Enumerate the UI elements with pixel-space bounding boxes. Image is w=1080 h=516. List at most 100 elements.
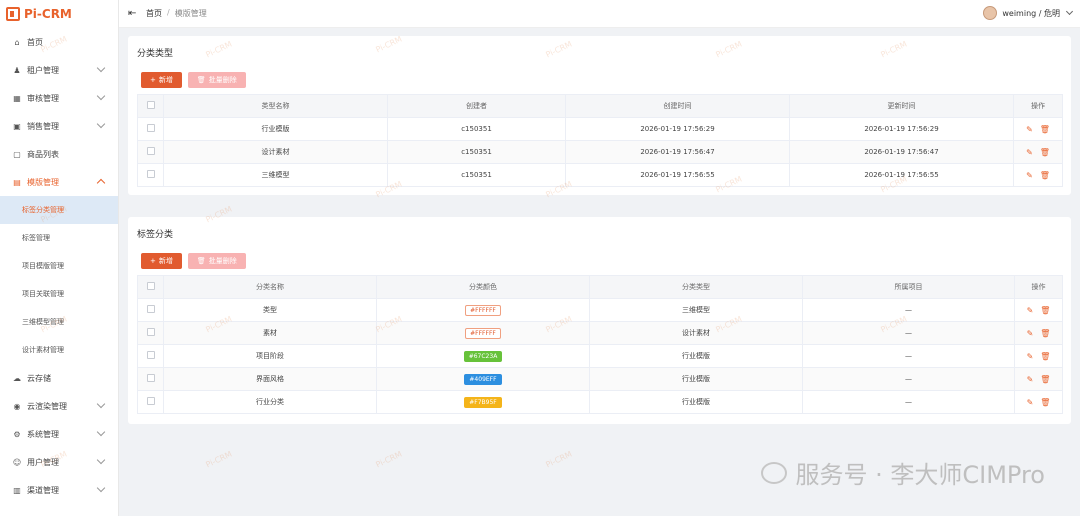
row-checkbox[interactable] (146, 147, 155, 155)
column-header: 操作 (1013, 94, 1063, 118)
row-checkbox[interactable] (146, 374, 155, 382)
sidebar-item[interactable]: ▥ 渠道管理 (0, 476, 118, 504)
add-button[interactable]: + 新增 (141, 253, 182, 269)
row-actions: ✎ 🗑 (1015, 375, 1062, 384)
delete-icon[interactable]: 🗑 (1040, 306, 1050, 315)
column-header: 创建时间 (565, 94, 790, 118)
wechat-watermark: 服务号 · 李大师CIMPro (761, 455, 1045, 490)
sidebar-item-label: 云存储 (27, 373, 51, 383)
column-header: 分类类型 (589, 275, 803, 299)
column-header: 分类颜色 (376, 275, 590, 299)
tag-category-table: 分类名称 分类颜色 分类类型 所属项目 操作 类型 #FFFFFF 三维模型 — ✎ 🗑 素材 #FFF… (137, 275, 1063, 414)
chevron-down-icon (96, 63, 106, 73)
sidebar-subitem[interactable]: 设计素材管理 (0, 336, 118, 364)
edit-icon[interactable]: ✎ (1026, 125, 1033, 134)
table-row: 项目阶段 #67C23A 行业模版 — ✎ 🗑 (137, 344, 1063, 368)
delete-icon[interactable]: 🗑 (1040, 125, 1050, 134)
sidebar-item[interactable]: ◉ 云渲染管理 (0, 392, 118, 420)
breadcrumb-home[interactable]: 首页 (146, 8, 162, 19)
delete-icon[interactable]: 🗑 (1040, 398, 1050, 407)
sidebar-item[interactable]: ⚙ 系统管理 (0, 420, 118, 448)
batch-delete-button[interactable]: 🗑 批量删除 (187, 72, 246, 88)
table-cell: 2026-01-19 17:56:29 (789, 117, 1014, 141)
edit-icon[interactable]: ✎ (1026, 148, 1033, 157)
category-name-cell: 项目阶段 (163, 344, 377, 368)
sidebar-item[interactable]: ▤ 模版管理 (0, 168, 118, 196)
category-type-cell: 行业模版 (589, 344, 803, 368)
table-cell: 2026-01-19 17:56:47 (789, 140, 1014, 164)
sidebar-item[interactable]: ☺ 用户管理 (0, 448, 118, 476)
delete-icon[interactable]: 🗑 (1040, 171, 1050, 180)
channel-icon: ▥ (13, 485, 21, 495)
table-cell: 设计素材 (163, 140, 388, 164)
sidebar-item[interactable]: ♟ 租户管理 (0, 56, 118, 84)
batch-delete-button[interactable]: 🗑 批量删除 (187, 253, 246, 269)
sidebar-item[interactable]: ▦ 审核管理 (0, 84, 118, 112)
row-actions: ✎ 🗑 (1015, 329, 1062, 338)
edit-icon[interactable]: ✎ (1026, 171, 1033, 180)
sidebar-subitem[interactable]: 项目模版管理 (0, 252, 118, 280)
column-header: 分类名称 (163, 275, 377, 299)
category-color-cell: #F7B95F (376, 390, 590, 414)
sidebar-item[interactable]: ▢ 商品列表 (0, 140, 118, 168)
table-row: 素材 #FFFFFF 设计素材 — ✎ 🗑 (137, 321, 1063, 345)
edit-icon[interactable]: ✎ (1027, 398, 1034, 407)
tag-category-panel: 标签分类 + 新增 🗑 批量删除 分类名称 分类颜色 分类类型 所属项目 操作 类型 #FFFF… (128, 217, 1071, 424)
user-icon: ☺ (12, 457, 22, 467)
category-name-cell: 素材 (163, 321, 377, 345)
home-icon: ⌂ (14, 37, 20, 47)
row-checkbox[interactable] (146, 397, 155, 405)
column-header: 更新时间 (789, 94, 1014, 118)
category-type-cell: 行业模版 (589, 390, 803, 414)
row-checkbox[interactable] (146, 328, 155, 336)
select-cell (137, 140, 164, 164)
table-row: 三维模型 c150351 2026-01-19 17:56:55 2026-01-19… (137, 163, 1063, 187)
select-cell (137, 344, 164, 368)
table-cell: 2026-01-19 17:56:47 (565, 140, 790, 164)
sidebar-item[interactable]: ▣ 销售管理 (0, 112, 118, 140)
sidebar-item-label: 用户管理 (27, 457, 59, 467)
row-checkbox[interactable] (146, 170, 155, 178)
project-cell: — (802, 321, 1015, 345)
edit-icon[interactable]: ✎ (1027, 352, 1034, 361)
app-logo[interactable]: Pi-CRM (0, 0, 118, 28)
edit-icon[interactable]: ✎ (1027, 375, 1034, 384)
table-cell: c150351 (387, 140, 566, 164)
select-all-checkbox[interactable] (146, 282, 155, 290)
logo-text: Pi-CRM (24, 7, 72, 21)
trash-icon: 🗑 (196, 76, 206, 84)
sidebar-subitem[interactable]: 标签管理 (0, 224, 118, 252)
row-checkbox[interactable] (146, 124, 155, 132)
delete-icon[interactable]: 🗑 (1040, 375, 1050, 384)
row-checkbox[interactable] (146, 305, 155, 313)
sidebar-subitem[interactable]: 三维模型管理 (0, 308, 118, 336)
sidebar-item[interactable]: ☁ 云存储 (0, 364, 118, 392)
row-actions: ✎ 🗑 (1015, 306, 1062, 315)
product-icon: ▢ (13, 149, 21, 159)
watermark-text: Pi-CRM (204, 449, 234, 470)
color-chip: #FFFFFF (465, 327, 501, 339)
actions-cell: ✎ 🗑 (1014, 390, 1063, 414)
delete-icon[interactable]: 🗑 (1040, 352, 1050, 361)
sidebar-subitem[interactable]: 项目关联管理 (0, 280, 118, 308)
chevron-down-icon (96, 427, 106, 437)
actions-cell: ✎ 🗑 (1013, 117, 1063, 141)
category-color-cell: #FFFFFF (376, 298, 590, 322)
chevron-up-icon (96, 178, 106, 188)
user-menu[interactable]: weiming / 危明 (983, 6, 1074, 20)
edit-icon[interactable]: ✎ (1027, 329, 1034, 338)
add-button[interactable]: + 新增 (141, 72, 182, 88)
category-type-cell: 三维模型 (589, 298, 803, 322)
table-cell: 2026-01-19 17:56:55 (565, 163, 790, 187)
select-cell (137, 321, 164, 345)
select-all-checkbox[interactable] (146, 101, 155, 109)
edit-icon[interactable]: ✎ (1027, 306, 1034, 315)
category-name-cell: 界面风格 (163, 367, 377, 391)
row-checkbox[interactable] (146, 351, 155, 359)
collapse-menu-icon[interactable]: ⇤ (128, 8, 138, 19)
category-name-cell: 类型 (163, 298, 377, 322)
delete-icon[interactable]: 🗑 (1040, 329, 1050, 338)
sidebar-subitem[interactable]: 标签分类管理 (0, 196, 118, 224)
delete-icon[interactable]: 🗑 (1040, 148, 1050, 157)
sidebar-item[interactable]: ⌂ 首页 (0, 28, 118, 56)
